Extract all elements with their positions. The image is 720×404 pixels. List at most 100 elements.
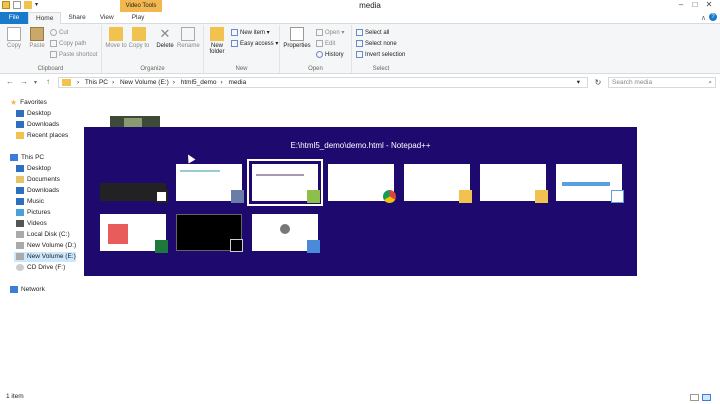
cd-drive-icon <box>16 263 24 271</box>
recent-locations-button[interactable]: ▾ <box>34 79 37 86</box>
computer-icon <box>10 153 18 161</box>
window-thumbnail-excel[interactable] <box>100 214 168 253</box>
new-item-button[interactable]: New item ▾ <box>231 29 270 36</box>
history-icon <box>316 51 323 58</box>
nav-pc-music[interactable]: Music <box>16 197 44 207</box>
nav-pc-videos[interactable]: Videos <box>16 219 47 229</box>
breadcrumb-this-pc[interactable]: This PC <box>85 79 108 86</box>
nav-label: Desktop <box>27 110 51 117</box>
forward-button[interactable]: → <box>20 77 28 86</box>
window-thumbnail-explorer-2[interactable] <box>480 164 548 203</box>
nav-label: Downloads <box>27 121 60 128</box>
select-group: Select all Select none Invert selection … <box>352 25 410 73</box>
nav-pc-desktop[interactable]: Desktop <box>16 164 51 174</box>
open-button[interactable]: Open ▾ <box>316 29 344 36</box>
desktop-preview <box>280 224 290 234</box>
nav-network[interactable]: Network <box>10 285 45 295</box>
rename-icon <box>181 27 195 41</box>
invert-selection-label: Invert selection <box>365 52 406 59</box>
select-none-button[interactable]: Select none <box>356 40 397 47</box>
chevron-down-icon[interactable]: ▾ <box>35 1 43 9</box>
copy-button[interactable]: Copy <box>3 27 25 49</box>
help-icon[interactable]: ? <box>709 13 717 21</box>
minimize-button[interactable]: – <box>674 0 688 10</box>
paste-button[interactable]: Paste <box>26 27 48 49</box>
select-none-icon <box>356 40 363 47</box>
easy-access-button[interactable]: Easy access ▾ <box>231 40 278 47</box>
breadcrumb-separator: › <box>220 79 223 86</box>
move-to-button[interactable]: Move to <box>105 27 127 49</box>
search-placeholder: Search media <box>612 79 653 86</box>
nav-pc-cd-drive-f[interactable]: CD Drive (F:) <box>16 263 65 273</box>
copy-label: Copy <box>6 43 21 49</box>
breadcrumb-html5-demo[interactable]: html5_demo <box>181 79 217 86</box>
copy-path-button[interactable]: Copy path <box>50 40 86 47</box>
window-thumbnail-app[interactable] <box>176 164 244 203</box>
nav-pc-new-volume-d[interactable]: New Volume (D:) <box>16 241 76 251</box>
tab-play[interactable]: Play <box>125 12 152 24</box>
up-button[interactable]: ↑ <box>46 77 50 86</box>
delete-button[interactable]: ✕ Delete <box>154 27 176 50</box>
copy-to-button[interactable]: Copy to <box>128 27 150 49</box>
close-button[interactable]: ✕ <box>702 0 716 10</box>
tab-view[interactable]: View <box>93 12 121 24</box>
properties-icon[interactable] <box>13 1 21 9</box>
tab-share[interactable]: Share <box>61 12 92 24</box>
refresh-button[interactable]: ↻ <box>592 77 604 88</box>
search-input[interactable]: Search media ⌕ <box>608 77 716 88</box>
back-button[interactable]: ← <box>6 77 14 86</box>
quick-access-toolbar: ▾ <box>2 1 43 9</box>
large-icons-view-button[interactable] <box>702 394 711 401</box>
maximize-button[interactable]: □ <box>688 0 702 10</box>
breadcrumb-new-volume-e[interactable]: New Volume (E:) <box>120 79 169 86</box>
window-thumbnail-desktop[interactable] <box>252 214 320 253</box>
desktop-icon <box>16 164 24 172</box>
window-thumbnail-chrome[interactable] <box>328 164 396 203</box>
properties-button[interactable]: Properties <box>282 27 312 49</box>
tab-file[interactable]: File <box>0 12 28 24</box>
nav-favorites[interactable]: ★ Favorites <box>10 98 47 108</box>
nav-this-pc[interactable]: This PC <box>10 153 44 163</box>
nav-favorite-downloads[interactable]: Downloads <box>16 120 59 130</box>
nav-pc-pictures[interactable]: Pictures <box>16 208 50 218</box>
cut-button[interactable]: Cut <box>50 29 68 36</box>
window-thumbnail-cmd[interactable] <box>176 214 243 252</box>
paste-shortcut-button[interactable]: Paste shortcut <box>50 51 97 58</box>
paste-shortcut-icon <box>50 51 57 58</box>
new-folder-icon[interactable] <box>24 1 32 9</box>
nav-pc-documents[interactable]: Documents <box>16 175 60 185</box>
select-all-button[interactable]: Select all <box>356 29 389 36</box>
window-thumbnail-explorer-1[interactable] <box>404 164 472 203</box>
excel-icon <box>155 240 168 253</box>
nav-pc-downloads[interactable]: Downloads <box>16 186 59 196</box>
address-dropdown-icon[interactable]: ▾ <box>577 78 580 87</box>
edit-button[interactable]: Edit <box>316 40 335 47</box>
camtasia-icon <box>155 190 168 203</box>
copy-icon <box>7 27 21 41</box>
ribbon-collapse-button[interactable]: ∧ <box>701 14 706 22</box>
cmd-icon <box>230 239 243 252</box>
window-thumbnail-camtasia[interactable] <box>100 183 168 203</box>
tab-home[interactable]: Home <box>28 12 62 24</box>
downloads-icon <box>16 186 24 194</box>
details-view-button[interactable] <box>690 394 699 401</box>
nav-favorite-desktop[interactable]: Desktop <box>16 109 51 119</box>
window-thumbnail-chart-app[interactable] <box>556 164 624 203</box>
drive-icon <box>16 230 24 238</box>
breadcrumb-media[interactable]: media <box>229 79 247 86</box>
nav-pc-local-disk-c[interactable]: Local Disk (C:) <box>16 230 70 240</box>
chrome-icon <box>383 190 396 203</box>
new-folder-button[interactable]: New folder <box>206 27 228 55</box>
open-group: Properties Open ▾ Edit History Open <box>280 25 352 73</box>
nav-favorite-recent-places[interactable]: Recent places <box>16 131 68 141</box>
explorer-icon <box>2 1 10 9</box>
invert-selection-button[interactable]: Invert selection <box>356 51 405 58</box>
pictures-icon <box>16 208 24 216</box>
history-button[interactable]: History <box>316 51 344 58</box>
select-all-icon <box>356 29 363 36</box>
window-thumbnail-notepadpp[interactable] <box>247 159 323 206</box>
nav-label: New Volume (E:) <box>27 253 76 260</box>
rename-button[interactable]: Rename <box>177 27 200 49</box>
nav-pc-new-volume-e[interactable]: New Volume (E:) <box>14 252 76 262</box>
address-bar[interactable]: › This PC › New Volume (E:) › html5_demo › … <box>58 77 588 88</box>
